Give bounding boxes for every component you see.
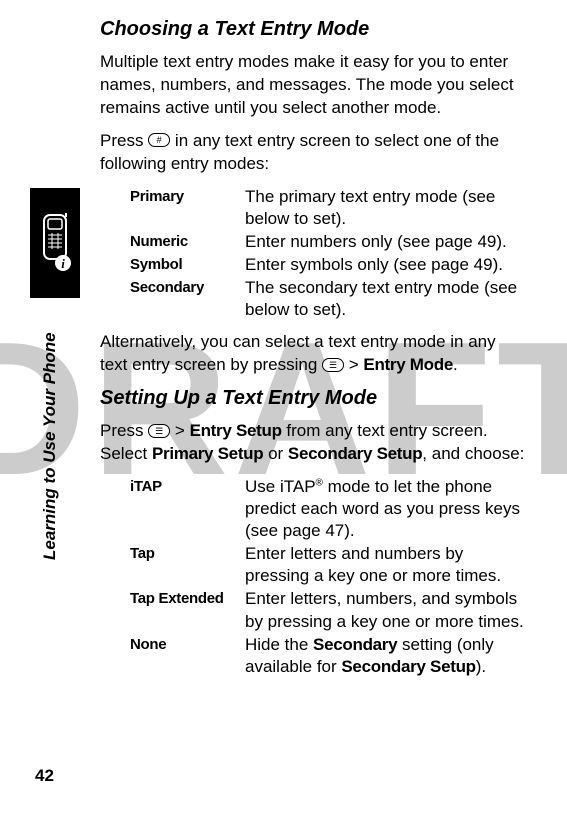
text: > bbox=[170, 421, 189, 440]
term: Primary bbox=[130, 186, 245, 230]
menu-path: Secondary Setup bbox=[341, 657, 475, 676]
desc: The secondary text entry mode (see below… bbox=[245, 277, 527, 321]
hash-key-icon: # bbox=[148, 133, 170, 147]
desc: Enter letters, numbers, and symbols by p… bbox=[245, 588, 527, 632]
text: . bbox=[453, 355, 458, 374]
text: > bbox=[344, 355, 363, 374]
term: Numeric bbox=[130, 231, 245, 253]
table-row: Tap Extended Enter letters, numbers, and… bbox=[130, 588, 527, 632]
table-row: Numeric Enter numbers only (see page 49)… bbox=[130, 231, 527, 253]
text: Press bbox=[100, 421, 148, 440]
phone-info-icon: i bbox=[30, 188, 80, 298]
table-row: None Hide the Secondary setting (only av… bbox=[130, 634, 527, 678]
text: or bbox=[263, 444, 288, 463]
paragraph: Press # in any text entry screen to sele… bbox=[100, 130, 527, 176]
text: Hide the bbox=[245, 635, 313, 654]
section-running-head: Learning to Use Your Phone bbox=[40, 332, 60, 560]
sidebar: i Learning to Use Your Phone bbox=[30, 0, 90, 818]
menu-path: Entry Setup bbox=[190, 421, 282, 440]
menu-path: Entry Mode bbox=[363, 355, 453, 374]
term: Symbol bbox=[130, 254, 245, 276]
menu-path: Secondary Setup bbox=[288, 444, 422, 463]
desc: Enter letters and numbers by pressing a … bbox=[245, 543, 527, 587]
setup-table: iTAP Use iTAP® mode to let the phone pre… bbox=[130, 476, 527, 678]
desc: Enter numbers only (see page 49). bbox=[245, 231, 527, 253]
term: iTAP bbox=[130, 476, 245, 542]
desc: Enter symbols only (see page 49). bbox=[245, 254, 527, 276]
text: Press bbox=[100, 131, 148, 150]
text: , and choose: bbox=[422, 444, 524, 463]
desc: The primary text entry mode (see below t… bbox=[245, 186, 527, 230]
paragraph: Multiple text entry modes make it easy f… bbox=[100, 51, 527, 120]
heading-choosing: Choosing a Text Entry Mode bbox=[100, 18, 527, 41]
menu-path: Secondary bbox=[313, 635, 397, 654]
paragraph: Press ☰ > Entry Setup from any text entr… bbox=[100, 420, 527, 466]
desc: Hide the Secondary setting (only availab… bbox=[245, 634, 527, 678]
table-row: Secondary The secondary text entry mode … bbox=[130, 277, 527, 321]
registered-mark: ® bbox=[316, 477, 323, 488]
modes-table: Primary The primary text entry mode (see… bbox=[130, 186, 527, 322]
svg-text:i: i bbox=[61, 256, 65, 271]
paragraph: Alternatively, you can select a text ent… bbox=[100, 331, 527, 377]
table-row: Primary The primary text entry mode (see… bbox=[130, 186, 527, 230]
text: ). bbox=[476, 657, 486, 676]
term: None bbox=[130, 634, 245, 678]
table-row: Tap Enter letters and numbers by pressin… bbox=[130, 543, 527, 587]
table-row: iTAP Use iTAP® mode to let the phone pre… bbox=[130, 476, 527, 542]
menu-key-icon: ☰ bbox=[322, 358, 344, 372]
term: Tap Extended bbox=[130, 588, 245, 632]
menu-path: Primary Setup bbox=[152, 444, 263, 463]
heading-setting-up: Setting Up a Text Entry Mode bbox=[100, 387, 527, 410]
table-row: Symbol Enter symbols only (see page 49). bbox=[130, 254, 527, 276]
menu-key-icon: ☰ bbox=[148, 424, 170, 438]
term: Tap bbox=[130, 543, 245, 587]
text: Use iTAP bbox=[245, 477, 316, 496]
term: Secondary bbox=[130, 277, 245, 321]
desc: Use iTAP® mode to let the phone predict … bbox=[245, 476, 527, 542]
